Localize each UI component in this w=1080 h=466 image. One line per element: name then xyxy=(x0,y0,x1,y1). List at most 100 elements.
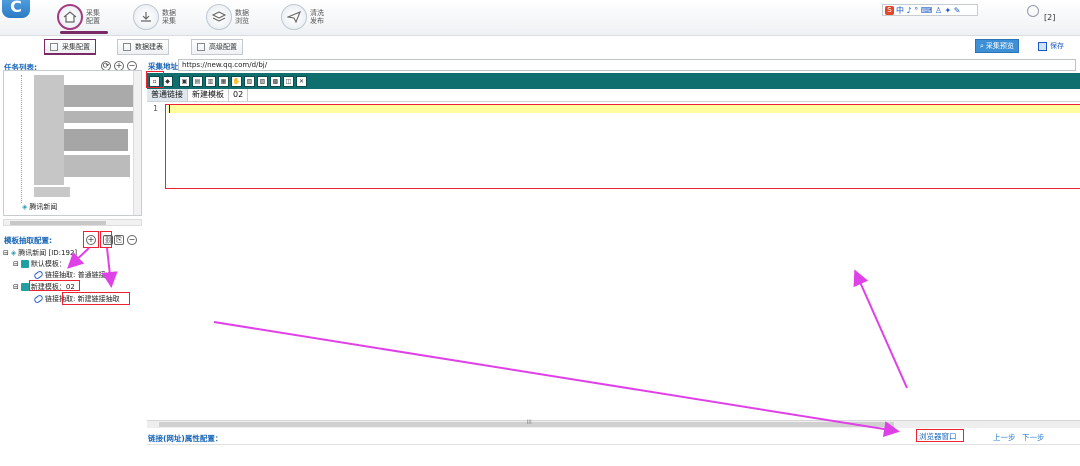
task-list-hscrollbar[interactable] xyxy=(3,219,142,226)
save-file-icon[interactable]: ▣ xyxy=(179,75,190,87)
editor-toolbar: ▫ ◆ ▣ ▤ ▥ ▦ ✋ ▧ ▨ ▩ ◫ ✕ xyxy=(147,73,1080,89)
task-item-label: 腾讯新闻 xyxy=(29,203,58,211)
next-step-link[interactable]: 下一步 xyxy=(1022,432,1045,443)
field-edit-icon[interactable]: ▩ xyxy=(270,75,281,87)
blurred-content xyxy=(64,155,130,177)
save-as-icon[interactable]: ▤ xyxy=(192,75,203,87)
advanced-config-button[interactable]: 高级配置 xyxy=(191,39,243,55)
nav-label: 采集 xyxy=(86,9,100,17)
nav-label: 数据 xyxy=(162,9,176,17)
template-default[interactable]: ⊟ 默认模板： xyxy=(13,259,66,269)
grid-icon xyxy=(197,43,205,51)
nav-label: 采集 xyxy=(162,17,176,25)
nav-collect-config[interactable]: 采集 配置 xyxy=(57,3,108,31)
collect-config-label: 采集配置 xyxy=(62,42,90,51)
clock-icon[interactable] xyxy=(1027,5,1039,17)
tab-02[interactable]: 02 xyxy=(229,89,249,101)
save-button[interactable]: 保存 xyxy=(1038,39,1064,53)
link-extract-normal[interactable]: 链接抽取: 普通链接 xyxy=(33,269,106,281)
annotation-box xyxy=(165,104,1080,189)
nav-data-collect[interactable]: 数据 采集 xyxy=(133,3,184,31)
select-icon[interactable]: ▧ xyxy=(244,75,255,87)
collect-config-button[interactable]: 采集配置 xyxy=(44,39,96,55)
cube-icon: ◈ xyxy=(22,203,28,211)
nav-clean-publish[interactable]: 清洗 发布 xyxy=(281,3,332,31)
save-label: 保存 xyxy=(1050,42,1064,50)
cube-icon: ◈ xyxy=(10,249,17,257)
template-root-label: 腾讯新闻 [ID:192] xyxy=(18,249,78,257)
send-icon xyxy=(281,4,307,30)
field-insert-icon[interactable]: ◫ xyxy=(283,75,294,87)
collect-preview-button[interactable]: ⌕ 采集预览 xyxy=(975,39,1019,53)
collapse-icon[interactable]: ⊟ xyxy=(13,283,19,291)
editor-hscrollbar[interactable]: III xyxy=(147,419,1080,428)
blurred-content xyxy=(34,187,70,197)
document-icon xyxy=(123,43,131,51)
task-list-scrollbar[interactable] xyxy=(133,71,141,215)
floppy-icon xyxy=(1038,41,1047,51)
blurred-content xyxy=(64,129,128,151)
ime-status-icons: 中 ♪ ° ⌨ ♙ ✦ ✎ xyxy=(896,5,961,15)
image-icon[interactable]: ▦ xyxy=(218,75,229,87)
table-icon xyxy=(20,283,29,291)
task-item-tencent-news[interactable]: ◈ 腾讯新闻 xyxy=(22,202,57,212)
annotation-box xyxy=(29,280,80,291)
edit-icon xyxy=(50,42,58,51)
link-extract-normal-label: 链接抽取: 普通链接 xyxy=(45,271,106,279)
tree-connector xyxy=(21,75,22,203)
collect-address-input[interactable] xyxy=(178,59,1076,71)
notification-count: [2] xyxy=(1044,13,1056,22)
line-number: 1 xyxy=(153,104,159,113)
table-icon xyxy=(20,260,29,268)
collapse-icon[interactable]: ⊟ xyxy=(3,249,9,257)
download-icon xyxy=(133,4,159,30)
template-root[interactable]: ⊟ ◈ 腾讯新闻 [ID:192] xyxy=(3,248,77,258)
link-attr-config-label: 链接(网址)属性配置： xyxy=(148,434,223,443)
collect-preview-label: 采集预览 xyxy=(985,42,1014,50)
annotation-box xyxy=(146,71,164,88)
nav-label: 数据 xyxy=(235,9,249,17)
nav-label: 浏览 xyxy=(235,17,249,25)
scrollbar-thumb[interactable]: III xyxy=(159,419,894,427)
blurred-content xyxy=(34,75,64,185)
hand-icon[interactable]: ✋ xyxy=(231,75,242,87)
editor-tabs: 普通链接 新建模板 02 xyxy=(147,89,1080,102)
task-list[interactable]: ◈ 腾讯新闻 xyxy=(3,70,142,216)
nav-label: 配置 xyxy=(86,17,100,25)
tab-normal-link[interactable]: 普通链接 xyxy=(147,89,188,101)
nav-data-browse[interactable]: 数据 浏览 xyxy=(206,3,257,31)
annotation-box xyxy=(100,231,112,248)
input-method-toolbar[interactable]: S 中 ♪ ° ⌨ ♙ ✦ ✎ xyxy=(882,4,978,16)
data-tables-label: 数据建表 xyxy=(135,43,163,51)
nav-label: 发布 xyxy=(310,17,324,25)
copy-icon[interactable]: ⎘ xyxy=(114,235,124,245)
annotation-box xyxy=(62,292,130,305)
field-delete-icon[interactable]: ✕ xyxy=(296,75,307,87)
nav-label: 清洗 xyxy=(310,9,324,17)
annotation-arrow xyxy=(101,247,118,288)
link-attr-config-panel xyxy=(147,444,1080,466)
scrollbar-thumb[interactable] xyxy=(10,221,106,225)
blurred-content xyxy=(64,85,134,107)
link-icon xyxy=(33,293,44,305)
nav-active-indicator xyxy=(60,31,108,34)
data-tables-button[interactable]: 数据建表 xyxy=(117,39,169,55)
blurred-content xyxy=(64,111,134,123)
tab-new-template[interactable]: 新建模板 xyxy=(188,89,229,101)
annotation-box xyxy=(83,231,99,248)
field-add-icon[interactable]: ▨ xyxy=(257,75,268,87)
sogou-icon: S xyxy=(885,5,894,15)
prev-step-link[interactable]: 上一步 xyxy=(993,432,1016,443)
scrollbar-grip: III xyxy=(526,419,532,426)
app-logo-icon: C xyxy=(2,0,30,18)
link-icon xyxy=(33,269,44,281)
collapse-icon[interactable]: ⊟ xyxy=(13,260,19,268)
annotation-box xyxy=(916,429,964,442)
copy-icon[interactable]: ▥ xyxy=(205,75,216,87)
home-icon xyxy=(57,4,83,30)
layers-icon xyxy=(206,4,232,30)
search-icon: ⌕ xyxy=(980,41,984,50)
remove-template-button[interactable]: − xyxy=(127,235,137,245)
template-default-label: 默认模板： xyxy=(30,260,66,268)
advanced-config-label: 高级配置 xyxy=(209,43,237,51)
